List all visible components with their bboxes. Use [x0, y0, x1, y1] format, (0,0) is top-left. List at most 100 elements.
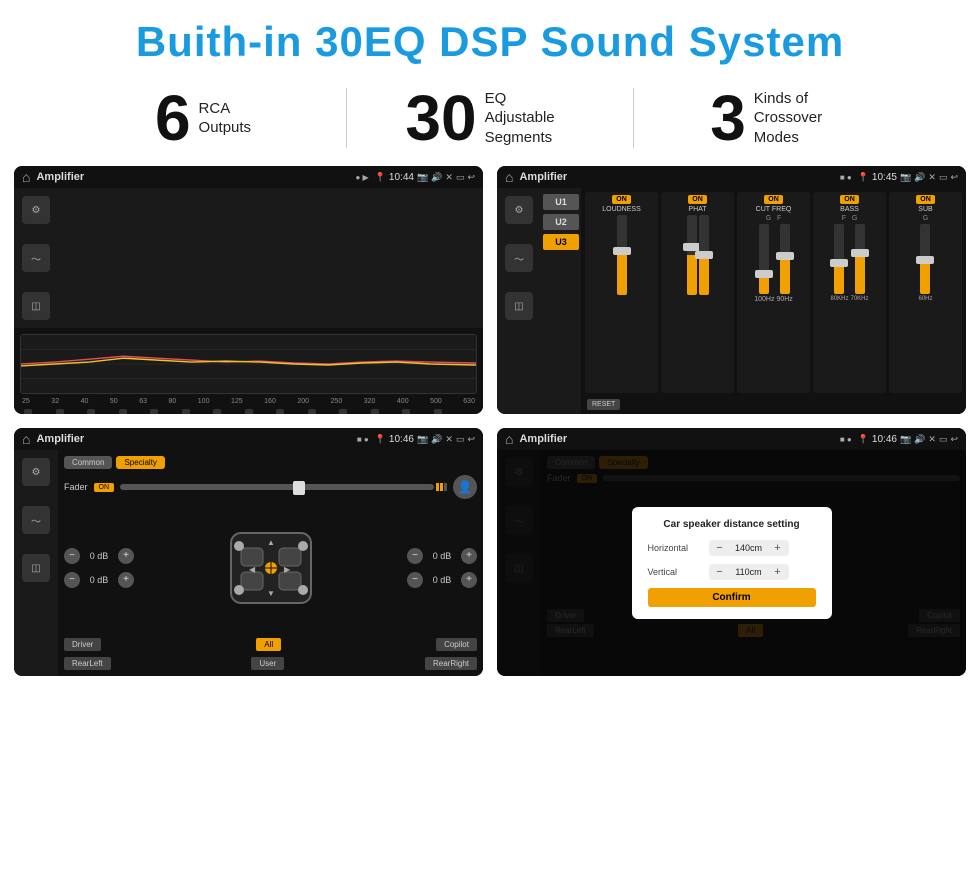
user-btn[interactable]: User: [251, 657, 284, 670]
eq-slider-0[interactable]: 0: [24, 409, 32, 414]
fader-bottom-btns: Driver All Copilot: [64, 638, 477, 651]
stat-crossover: 3 Kinds of Crossover Modes: [634, 86, 920, 150]
eq-slider-10[interactable]: 0: [339, 409, 347, 414]
location-icon-3: 📍: [375, 434, 386, 445]
fader-level-bars: [436, 483, 447, 491]
cutfreq-on[interactable]: ON: [764, 195, 783, 204]
eq-slider-3[interactable]: 5: [119, 409, 127, 414]
rearright-btn[interactable]: RearRight: [425, 657, 477, 670]
svg-text:◀: ◀: [249, 565, 256, 574]
fader-label-row: Fader ON 👤: [64, 475, 477, 499]
back-icon-4: ↩: [950, 434, 958, 445]
home-icon-2[interactable]: ⌂: [505, 169, 513, 185]
eq-slider-5[interactable]: 0: [182, 409, 190, 414]
eq-slider-4[interactable]: 0: [150, 409, 158, 414]
home-icon[interactable]: ⌂: [22, 169, 30, 185]
dialog-title: Car speaker distance setting: [648, 519, 816, 530]
eq-icon-2[interactable]: 〜: [22, 244, 50, 272]
eq-icon-1[interactable]: ⚙: [22, 196, 50, 224]
eq-slider-2[interactable]: 0: [87, 409, 95, 414]
fader-icon-2[interactable]: 〜: [22, 506, 50, 534]
eq-slider-7[interactable]: 0: [245, 409, 253, 414]
eq-slider-12[interactable]: 0: [402, 409, 410, 414]
stat-eq: 30 EQ Adjustable Segments: [347, 86, 633, 150]
db-plus-rl[interactable]: +: [118, 572, 134, 588]
eq-icon-3[interactable]: ◫: [22, 292, 50, 320]
stat-number-rca: 6: [155, 86, 191, 150]
horizontal-minus[interactable]: −: [713, 542, 727, 554]
fader-slider-container: [120, 483, 447, 491]
common-tab[interactable]: Common: [64, 456, 112, 469]
u1-preset[interactable]: U1: [543, 194, 579, 210]
sub-label: SUB: [918, 206, 932, 213]
eq-slider-11[interactable]: -1: [371, 409, 379, 414]
vertical-stepper[interactable]: − 110cm +: [709, 564, 789, 580]
cross-icon-2[interactable]: 〜: [505, 244, 533, 272]
volume-icon-2: 🔊: [914, 172, 925, 183]
fader-text: Fader: [64, 482, 88, 492]
fader-icon-1[interactable]: ⚙: [22, 458, 50, 486]
db-minus-rr[interactable]: −: [407, 572, 423, 588]
home-icon-4[interactable]: ⌂: [505, 431, 513, 447]
right-db-controls: − 0 dB + − 0 dB +: [407, 548, 477, 588]
cross-icon-3[interactable]: ◫: [505, 292, 533, 320]
svg-text:▶: ▶: [284, 565, 291, 574]
crossover-screen: ⌂ Amplifier ■ ● 📍 10:45 📷 🔊 ✕ ▭ ↩ ⚙ 〜 ◫ …: [497, 166, 966, 414]
db-minus-fr[interactable]: −: [407, 548, 423, 564]
specialty-tab[interactable]: Specialty: [116, 456, 164, 469]
u3-preset[interactable]: U3: [543, 234, 579, 250]
crossover-side-panel: ⚙ 〜 ◫: [497, 188, 541, 414]
ctrl-phat: ON PHAT: [661, 192, 734, 393]
ctrl-sub: ON SUB G 60Hz: [889, 192, 962, 393]
eq-sliders: 0 0 0 5 0: [20, 409, 477, 414]
eq-slider-6[interactable]: 0: [213, 409, 221, 414]
fader-main-area: Common Specialty Fader ON: [58, 450, 483, 676]
driver-btn[interactable]: Driver: [64, 638, 101, 651]
db-plus-fr[interactable]: +: [461, 548, 477, 564]
all-btn[interactable]: All: [256, 638, 281, 651]
distance-time: 10:46: [872, 434, 897, 445]
stat-number-eq: 30: [405, 86, 476, 150]
svg-text:▼: ▼: [267, 589, 275, 598]
eq-status-icons: 📍 10:44 📷 🔊 ✕ ▭ ↩: [375, 172, 475, 183]
confirm-button[interactable]: Confirm: [648, 588, 816, 607]
fader-on-badge[interactable]: ON: [94, 483, 115, 492]
fader-content: ⚙ 〜 ◫ Common Specialty Fader ON: [14, 450, 483, 676]
cross-icon-1[interactable]: ⚙: [505, 196, 533, 224]
eq-slider-8[interactable]: 0: [276, 409, 284, 414]
db-minus-fl[interactable]: −: [64, 548, 80, 564]
eq-freq-labels: 25 32 40 50 63 80 100 125 160 200 250 32…: [20, 398, 477, 405]
vertical-minus[interactable]: −: [713, 566, 727, 578]
horizontal-plus[interactable]: +: [771, 542, 785, 554]
location-icon-4: 📍: [858, 434, 869, 445]
rearleft-btn[interactable]: RearLeft: [64, 657, 111, 670]
eq-content: ⚙ 〜 ◫: [14, 188, 483, 414]
loudness-on[interactable]: ON: [612, 195, 631, 204]
eq-slider-1[interactable]: 0: [56, 409, 64, 414]
sub-on[interactable]: ON: [916, 195, 935, 204]
left-db-controls: − 0 dB + − 0 dB +: [64, 548, 134, 588]
vertical-plus[interactable]: +: [771, 566, 785, 578]
stat-label-rca: RCA Outputs: [199, 99, 252, 138]
eq-slider-9[interactable]: 0: [308, 409, 316, 414]
horizontal-stepper[interactable]: − 140cm +: [709, 540, 789, 556]
distance-status-icons: 📍 10:46 📷 🔊 ✕ ▭ ↩: [858, 434, 958, 445]
fader-icon-3[interactable]: ◫: [22, 554, 50, 582]
crossover-reset-btn[interactable]: RESET: [587, 399, 620, 410]
fader-status-icons: 📍 10:46 📷 🔊 ✕ ▭ ↩: [375, 434, 475, 445]
home-icon-3[interactable]: ⌂: [22, 431, 30, 447]
eq-slider-13[interactable]: -1: [434, 409, 442, 414]
u2-preset[interactable]: U2: [543, 214, 579, 230]
db-plus-rr[interactable]: +: [461, 572, 477, 588]
window-icon: ▭: [456, 172, 465, 183]
db-plus-fl[interactable]: +: [118, 548, 134, 564]
crossover-content: ⚙ 〜 ◫ U1 U2 U3 ON LOUDNESS: [497, 188, 966, 414]
copilot-btn[interactable]: Copilot: [436, 638, 477, 651]
eq-main-area: 25 32 40 50 63 80 100 125 160 200 250 32…: [14, 328, 483, 414]
bass-on[interactable]: ON: [840, 195, 859, 204]
db-minus-rl[interactable]: −: [64, 572, 80, 588]
db-value-rl: 0 dB: [83, 575, 115, 585]
user-icon[interactable]: 👤: [453, 475, 477, 499]
phat-on[interactable]: ON: [688, 195, 707, 204]
horizontal-value: 140cm: [731, 543, 767, 553]
